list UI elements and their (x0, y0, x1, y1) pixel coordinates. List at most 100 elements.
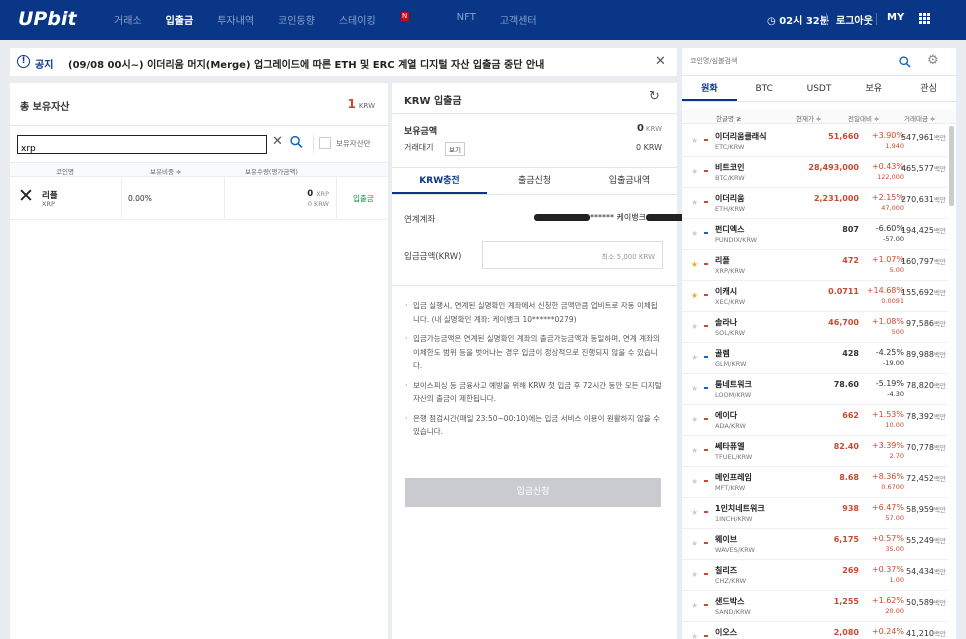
col-volume[interactable]: 거래대금 ≑ (904, 113, 935, 123)
notice-text[interactable]: (09/08 00시~) 이더리움 머지(Merge) 업그레이드에 따른 ET… (68, 56, 544, 71)
tab-krw-market[interactable]: 원화 (682, 77, 737, 101)
market-row[interactable]: ★ 샌드박스 SAND/KRW 1,255 +1.62% 20.00 50,589백만 (682, 591, 948, 622)
coin-price: 8.68 (839, 473, 859, 482)
close-icon[interactable]: ✕ (655, 54, 666, 69)
coin-pair: CHZ/KRW (715, 577, 747, 585)
star-icon[interactable]: ★ (691, 260, 698, 269)
col-price[interactable]: 현재가 ≑ (796, 113, 821, 123)
coin-change-rate: -4.25% (875, 348, 904, 357)
market-row[interactable]: ★ 이캐시 XEC/KRW 0.0711 +14.68% 0.0091 155,692백만 (682, 281, 948, 312)
view-pending-button[interactable]: 보기 (445, 142, 465, 156)
my-page-button[interactable]: MY (887, 12, 904, 23)
tab-krw-deposit[interactable]: KRW충전 (392, 168, 487, 194)
refresh-icon[interactable]: ↻ (649, 89, 660, 104)
market-row[interactable]: ★ 펀디엑스 PUNDIX/KRW 807 -6.60% -57.00 194,425백만 (682, 219, 948, 250)
coin-change-amount: 500 (891, 328, 904, 336)
star-icon[interactable]: ★ (691, 632, 698, 639)
coin-price: 2,231,000 (813, 194, 859, 203)
star-icon[interactable]: ★ (691, 477, 698, 486)
tab-usdt-market[interactable]: USDT (792, 77, 847, 101)
coin-search-input[interactable] (18, 140, 218, 158)
col-holding-ratio[interactable]: 보유비중 ≑ (150, 166, 181, 176)
nav-investments[interactable]: 투자내역 (217, 12, 254, 27)
market-row[interactable]: ★ 쎄타퓨엘 TFUEL/KRW 82.40 +3.39% 2.70 70,778백만 (682, 436, 948, 467)
coin-name: 이오스 (715, 628, 738, 637)
held-only-checkbox[interactable] (319, 137, 331, 149)
scrollbar[interactable] (949, 126, 954, 206)
star-icon[interactable]: ★ (691, 508, 698, 517)
market-row[interactable]: ★ 이더리움클래식 ETC/KRW 51,660 +3.90% 1,940 547,961백… (682, 126, 948, 157)
market-row[interactable]: ★ 리플 XRP/KRW 472 +1.07% 5.00 160,797백만 (682, 250, 948, 281)
upbit-logo[interactable]: UPbit (18, 8, 77, 30)
coin-volume-value: 97,586 (906, 319, 935, 328)
deposit-withdraw-link[interactable]: 입출금 (353, 193, 374, 204)
logout-button[interactable]: 로그아웃 (836, 12, 873, 27)
tab-withdraw-request[interactable]: 출금신청 (487, 168, 582, 194)
trend-mark (704, 170, 708, 172)
market-row[interactable]: ★ 비트코인 BTC/KRW 28,493,000 +0.43% 122,000 465,5… (682, 157, 948, 188)
star-icon[interactable]: ★ (691, 291, 698, 300)
coin-change-amount: -4.30 (887, 390, 904, 398)
nav-exchange[interactable]: 거래소 (114, 12, 142, 27)
market-row[interactable]: ★ 이더리움 ETH/KRW 2,231,000 +2.15% 47,000 270,631… (682, 188, 948, 219)
market-row[interactable]: ★ 웨이브 WAVES/KRW 6,175 +0.57% 35.00 55,249백만 (682, 529, 948, 560)
nav-staking[interactable]: 스테이킹 N (339, 12, 433, 27)
search-icon[interactable] (899, 56, 911, 68)
holdings-table-header: 코인명 보유비중 ≑ 보유수량(평가금액) (10, 162, 388, 177)
star-icon[interactable]: ★ (691, 136, 698, 145)
col-korean-name[interactable]: 한글명 ≵ (716, 113, 741, 123)
nav-deposit-withdraw[interactable]: 입출금 (166, 12, 194, 27)
session-timer[interactable]: ◷ 02시 32분 (767, 12, 829, 27)
market-row[interactable]: ★ 룸네트워크 LOOM/KRW 78.60 -5.19% -4.30 78,820백만 (682, 374, 948, 405)
star-icon[interactable]: ★ (691, 353, 698, 362)
market-row[interactable]: ★ 메인프레임 MFT/KRW 8.68 +8.36% 0.6700 72,452백만 (682, 467, 948, 498)
tab-history[interactable]: 입출금내역 (582, 168, 677, 194)
col-holding-qty[interactable]: 보유수량(평가금액) (245, 166, 298, 176)
market-row[interactable]: ★ 칠리즈 CHZ/KRW 269 +0.37% 1.00 54,434백만 (682, 560, 948, 591)
held-only-label[interactable]: 보유자산만 (336, 138, 371, 149)
star-icon[interactable]: ★ (691, 384, 698, 393)
star-icon[interactable]: ★ (691, 539, 698, 548)
star-icon[interactable]: ★ (691, 322, 698, 331)
col-coin-name[interactable]: 코인명 (56, 166, 74, 176)
coin-volume-value: 72,452 (906, 474, 935, 483)
gear-icon[interactable]: ⚙ (927, 53, 939, 68)
app-grid-icon[interactable] (919, 13, 930, 24)
star-icon[interactable]: ★ (691, 570, 698, 579)
star-icon[interactable]: ★ (691, 415, 698, 424)
star-icon[interactable]: ★ (691, 601, 698, 610)
trend-mark (704, 294, 708, 296)
notice-banner[interactable]: ! 공지 (09/08 00시~) 이더리움 머지(Merge) 업그레이드에 … (10, 48, 677, 76)
market-row[interactable]: ★ 에이다 ADA/KRW 662 +1.53% 10.00 78,392백만 (682, 405, 948, 436)
col-change[interactable]: 전일대비 ≑ (848, 113, 879, 123)
coin-change-amount: 20.00 (885, 607, 904, 615)
clear-search-icon[interactable]: ✕ (272, 134, 283, 149)
tab-favorites[interactable]: 관심 (901, 77, 956, 101)
market-row[interactable]: ★이오스EOS/KRW2,080+0.24%5.0041,210백만 (682, 622, 948, 639)
deposit-submit-button[interactable]: 입금신청 (405, 478, 661, 507)
holding-row[interactable]: ✕ 리플 XRP 0.00% 0 XRP 0 KRW 입출금 (10, 177, 388, 220)
star-icon[interactable]: ★ (691, 167, 698, 176)
deposit-amount-input[interactable]: 최소 5,000 KRW (482, 241, 663, 269)
star-icon[interactable]: ★ (691, 446, 698, 455)
coin-volume-unit: 백만 (934, 630, 946, 638)
market-search-input[interactable] (690, 57, 850, 65)
trend-mark (704, 418, 708, 420)
coin-price: 662 (842, 411, 859, 420)
market-row[interactable]: ★ 솔라나 SOL/KRW 46,700 +1.08% 500 97,586백만 (682, 312, 948, 343)
star-icon[interactable]: ★ (691, 229, 698, 238)
nav-support[interactable]: 고객센터 (500, 12, 537, 27)
nav-coin-trends[interactable]: 코인동향 (278, 12, 315, 27)
tab-holdings[interactable]: 보유 (846, 77, 901, 101)
coin-change-rate: +1.08% (871, 317, 904, 326)
coin-volume-value: 41,210 (906, 629, 935, 638)
market-row[interactable]: ★ 골렘 GLM/KRW 428 -4.25% -19.00 89,988백만 (682, 343, 948, 374)
trend-mark (704, 263, 708, 265)
star-icon[interactable]: ★ (691, 198, 698, 207)
tab-btc-market[interactable]: BTC (737, 77, 792, 101)
market-row[interactable]: ★ 1인치네트워크 1INCH/KRW 938 +6.47% 57.00 58,959백만 (682, 498, 948, 529)
redaction-mark (534, 214, 590, 221)
search-icon[interactable] (290, 135, 303, 149)
nav-nft[interactable]: NFT (457, 12, 476, 27)
coin-volume: 194,425백만 (901, 225, 946, 235)
